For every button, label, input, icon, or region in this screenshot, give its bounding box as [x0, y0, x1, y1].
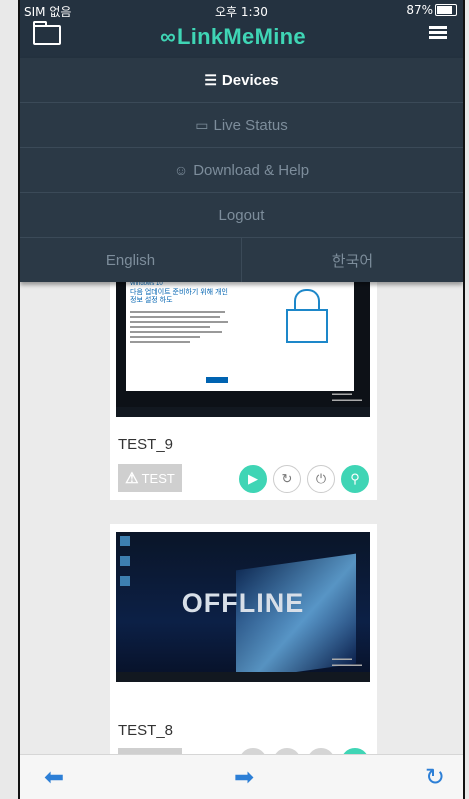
- list-icon: ☰: [204, 71, 217, 88]
- search-button[interactable]: ⚲: [341, 465, 369, 493]
- device-actions: ▶ ↻ ⏻ ⚲: [239, 465, 369, 493]
- device-name: TEST_9: [118, 436, 174, 453]
- device-screenshot[interactable]: Windows 10 다음 업데이트 준비하기 위해 개인 정보 설정 하도 ▬…: [116, 277, 370, 417]
- reload-icon[interactable]: ↻: [425, 763, 445, 792]
- nav-item-live-status[interactable]: ▭ Live Status: [20, 103, 463, 148]
- smile-icon: ☺: [173, 162, 189, 178]
- back-arrow-icon[interactable]: ⬅: [44, 763, 64, 792]
- windows-dialog-title: 다음 업데이트 준비하기 위해 개인 정보 설정 하도: [130, 289, 228, 304]
- menu-icon[interactable]: [429, 26, 447, 42]
- carrier-status: SIM 없음: [24, 5, 72, 19]
- refresh-icon: ↻: [281, 471, 293, 486]
- warning-icon: ⚠: [125, 470, 139, 487]
- nav-item-devices[interactable]: ☰ Devices: [20, 58, 463, 103]
- windows-taskbar: [116, 407, 370, 417]
- nav-item-label: Logout: [218, 206, 265, 224]
- dialog-text-lines: [130, 311, 230, 346]
- play-icon: ▶: [248, 471, 258, 486]
- nav-item-label: Download & Help: [193, 161, 310, 179]
- device-screenshot[interactable]: OFFLINE ▬▬▬▬ ▬▬▬▬▬▬: [116, 532, 370, 682]
- nav-item-logout[interactable]: Logout: [20, 193, 463, 238]
- language-korean[interactable]: 한국어: [242, 238, 463, 282]
- battery-percent: 87%: [406, 3, 433, 17]
- language-switcher: English 한국어: [20, 238, 463, 282]
- windows-watermark: ▬▬▬▬ ▬▬▬▬▬▬: [332, 656, 362, 668]
- windows-taskbar: [116, 672, 370, 682]
- infinity-icon: ∞: [160, 24, 176, 49]
- nav-item-label: Live Status: [213, 116, 288, 134]
- device-name: TEST_8: [118, 722, 174, 739]
- nav-item-download-help[interactable]: ☺ Download & Help: [20, 148, 463, 193]
- logo-text: LinkMeMine: [176, 24, 306, 49]
- monitor-icon: ▭: [195, 116, 209, 133]
- language-english[interactable]: English: [20, 238, 242, 282]
- power-button[interactable]: ⏻: [307, 465, 335, 493]
- search-icon: ⚲: [350, 471, 360, 486]
- nav-menu: ☰ Devices ▭ Live Status ☺ Download & Help L…: [20, 58, 463, 282]
- windows-setup-dialog: Windows 10 다음 업데이트 준비하기 위해 개인 정보 설정 하도: [126, 279, 354, 391]
- app-logo: ∞LinkMeMine: [160, 24, 306, 50]
- status-bar: SIM 없음 오후 1:30 87%: [20, 0, 463, 19]
- desktop-icons: [120, 536, 130, 596]
- windows-watermark: ▬▬▬▬ ▬▬▬▬▬▬: [332, 391, 362, 403]
- offline-overlay: OFFLINE: [181, 588, 305, 618]
- device-card[interactable]: Windows 10 다음 업데이트 준비하기 위해 개인 정보 설정 하도 ▬…: [110, 277, 377, 500]
- nav-item-label: Devices: [221, 71, 279, 89]
- restart-button[interactable]: ↻: [273, 465, 301, 493]
- app-frame: Windows 10 다음 업데이트 준비하기 위해 개인 정보 설정 하도 ▬…: [18, 0, 465, 799]
- folder-icon[interactable]: [33, 21, 61, 45]
- play-button[interactable]: ▶: [239, 465, 267, 493]
- battery-icon: [435, 4, 457, 16]
- clock: 오후 1:30: [215, 5, 268, 19]
- device-card[interactable]: OFFLINE ▬▬▬▬ ▬▬▬▬▬▬ TEST_8: [110, 524, 377, 784]
- power-icon: ⏻: [315, 471, 327, 486]
- dialog-button: [206, 377, 228, 383]
- forward-arrow-icon[interactable]: ➡: [234, 763, 254, 792]
- lock-icon: [286, 289, 328, 343]
- app-header: SIM 없음 오후 1:30 87% ∞LinkMeMine: [20, 0, 463, 58]
- browser-toolbar: ⬅ ➡ ↻: [20, 754, 463, 799]
- badge-label: TEST: [141, 470, 175, 486]
- status-badge: ⚠ TEST: [118, 464, 182, 492]
